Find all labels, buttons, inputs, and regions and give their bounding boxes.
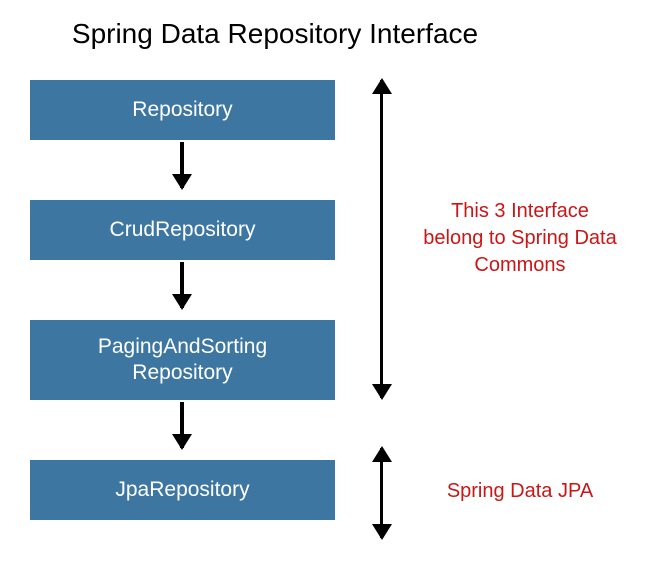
diagram-canvas: Repository CrudRepository PagingAndSorti… [0,50,650,570]
box-pagingandsorting: PagingAndSorting Repository [30,320,335,400]
bracket-jpa-cap-bottom [372,524,392,540]
bracket-jpa [380,448,383,538]
box-jparepository: JpaRepository [30,460,335,520]
box-repository: Repository [30,80,335,140]
annotation-jpa: Spring Data JPA [420,478,620,505]
box-crudrepository-label: CrudRepository [110,217,256,243]
box-pagingandsorting-label: PagingAndSorting Repository [98,334,267,387]
arrow-3 [180,402,184,448]
box-crudrepository: CrudRepository [30,200,335,260]
box-jparepository-label: JpaRepository [115,477,249,503]
arrow-1 [180,142,184,188]
box-repository-label: Repository [132,97,232,123]
bracket-commons [380,80,383,398]
annotation-commons: This 3 Interface belong to Spring Data C… [420,198,620,279]
diagram-title: Spring Data Repository Interface [0,0,550,50]
bracket-commons-cap-bottom [372,384,392,400]
arrow-2 [180,262,184,308]
bracket-commons-cap-top [372,78,392,94]
bracket-jpa-cap-top [372,446,392,462]
